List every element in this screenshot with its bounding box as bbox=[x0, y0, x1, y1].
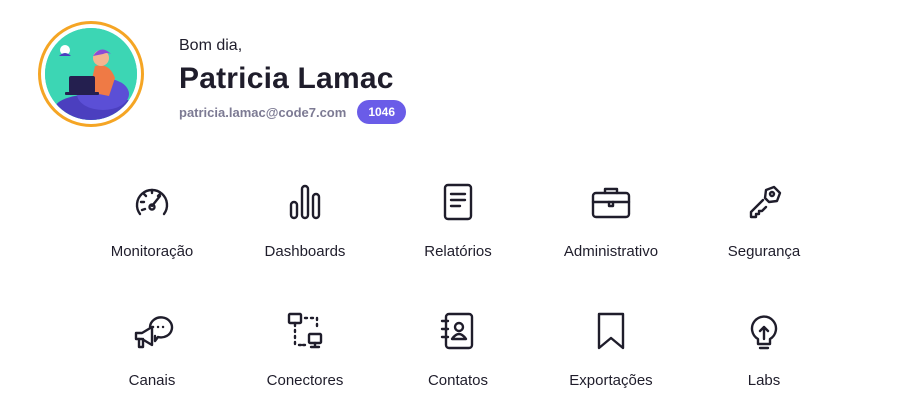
menu-item-contatos[interactable]: Contatos bbox=[383, 307, 533, 407]
menu-item-label: Conectores bbox=[266, 372, 344, 389]
lightbulb-icon bbox=[740, 307, 788, 355]
bookmark-icon bbox=[587, 307, 635, 355]
menu-item-label: Monitoração bbox=[110, 243, 194, 260]
menu-item-labs[interactable]: Labs bbox=[689, 307, 839, 407]
menu-item-relatorios[interactable]: Relatórios bbox=[383, 178, 533, 278]
menu-item-label: Contatos bbox=[427, 372, 489, 389]
key-icon bbox=[740, 178, 788, 226]
user-header: Bom dia, Patricia Lamac patricia.lamac@c… bbox=[0, 0, 920, 150]
user-badge: 1046 bbox=[357, 100, 407, 124]
speedometer-icon bbox=[128, 178, 176, 226]
contact-book-icon bbox=[434, 307, 482, 355]
avatar-illustration bbox=[45, 28, 137, 120]
menu-item-label: Administrativo bbox=[563, 243, 659, 260]
bar-chart-icon bbox=[281, 178, 329, 226]
menu-item-seguranca[interactable]: Segurança bbox=[689, 178, 839, 278]
greeting-text: Bom dia, bbox=[179, 37, 243, 54]
menu-item-canais[interactable]: Canais bbox=[77, 307, 227, 407]
menu-item-label: Canais bbox=[128, 372, 176, 389]
menu-item-conectores[interactable]: Conectores bbox=[230, 307, 380, 407]
menu-item-exportacoes[interactable]: Exportações bbox=[536, 307, 686, 407]
menu-item-label: Segurança bbox=[727, 243, 801, 260]
menu-item-monitoracao[interactable]: Monitoração bbox=[77, 178, 227, 278]
user-name: Patricia Lamac bbox=[179, 62, 394, 95]
menu-item-label: Relatórios bbox=[424, 243, 492, 260]
document-icon bbox=[434, 178, 482, 226]
menu-item-label: Labs bbox=[747, 372, 781, 389]
menu-item-administrativo[interactable]: Administrativo bbox=[536, 178, 686, 278]
megaphone-chat-icon bbox=[128, 307, 176, 355]
menu-item-dashboards[interactable]: Dashboards bbox=[230, 178, 380, 278]
email-row: patricia.lamac@code7.com 1046 bbox=[179, 100, 407, 124]
briefcase-icon bbox=[587, 178, 635, 226]
user-email: patricia.lamac@code7.com bbox=[179, 104, 347, 120]
avatar[interactable] bbox=[38, 21, 144, 127]
menu-item-label: Exportações bbox=[569, 372, 653, 389]
menu-item-label: Dashboards bbox=[264, 243, 346, 260]
connector-icon bbox=[281, 307, 329, 355]
